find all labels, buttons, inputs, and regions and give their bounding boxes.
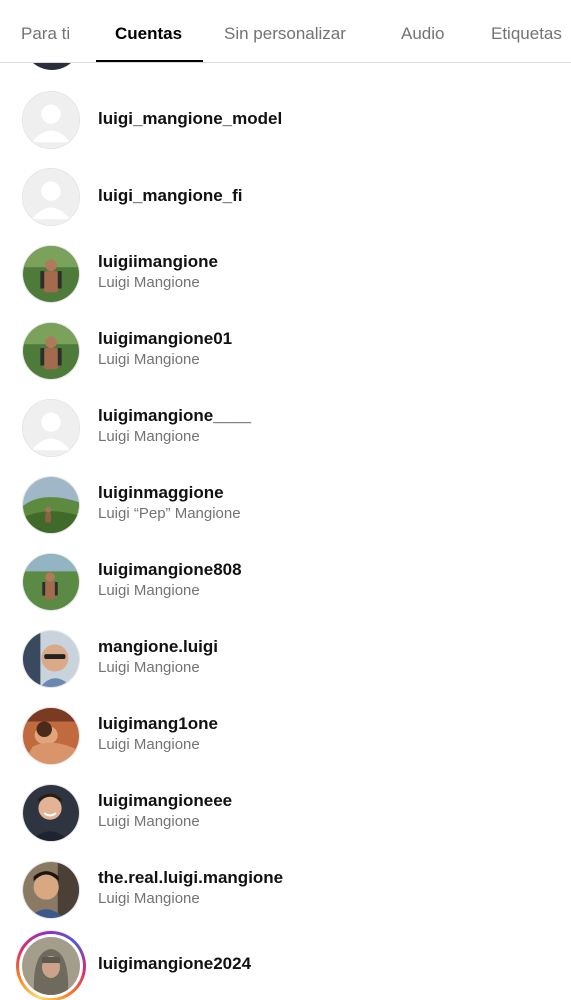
story-ring[interactable]: [16, 931, 86, 1000]
account-username: luigimangione2024: [98, 954, 252, 973]
tab-audio[interactable]: Audio: [401, 22, 444, 46]
account-row[interactable]: luigimang1one Luigi Mangione: [0, 697, 571, 774]
account-username: luigimangione____: [98, 406, 252, 425]
account-row[interactable]: the.real.luigi.mangione Luigi Mangione: [0, 851, 571, 928]
active-tab-indicator: [96, 60, 203, 62]
tab-cuentas[interactable]: Cuentas: [115, 22, 182, 46]
account-row[interactable]: luigimangione2024: [0, 928, 571, 1000]
man-sunglasses-photo-icon[interactable]: [22, 630, 80, 688]
account-fullname: Luigi Mangione: [98, 582, 200, 599]
account-row[interactable]: luigimangione01 Luigi Mangione: [0, 312, 571, 389]
account-username: luigimang1one: [98, 714, 218, 733]
account-row[interactable]: luigiimangione Luigi Mangione: [0, 235, 571, 312]
smiling-man-photo-icon[interactable]: [22, 784, 80, 842]
account-username: luigi_mangione_fi: [98, 186, 243, 205]
results-tab-bar: Para ti Cuentas Sin personalizar Audio E…: [0, 0, 571, 63]
reclining-man-photo-icon[interactable]: [22, 707, 80, 765]
tab-sin-personalizar[interactable]: Sin personalizar: [224, 22, 346, 46]
account-username: luigi_mangione_model: [98, 109, 283, 128]
account-row[interactable]: luigi_mangione_model: [0, 81, 571, 158]
landscape-photo-icon[interactable]: [22, 476, 80, 534]
default-avatar-icon[interactable]: [22, 91, 80, 149]
tab-para-ti[interactable]: Para ti: [21, 22, 70, 46]
account-row[interactable]: luigimangione808 Luigi Mangione: [0, 543, 571, 620]
account-username: mangione.luigi: [98, 637, 218, 656]
account-row[interactable]: mangione.luigi Luigi Mangione: [0, 620, 571, 697]
account-fullname: Luigi Mangione: [98, 274, 200, 291]
hiker-photo-icon[interactable]: [22, 322, 80, 380]
tab-etiquetas[interactable]: Etiquetas: [491, 22, 562, 46]
account-fullname: Luigi Mangione: [98, 813, 200, 830]
account-username: luigimangione01: [98, 329, 233, 348]
account-row[interactable]: luigimangione____ Luigi Mangione: [0, 389, 571, 466]
hiker-photo-icon[interactable]: [22, 245, 80, 303]
account-username: luigimangioneee: [98, 791, 233, 810]
account-row[interactable]: luigimangioneee Luigi Mangione: [0, 774, 571, 851]
selfie-photo-icon[interactable]: [22, 861, 80, 919]
default-avatar-icon[interactable]: [22, 168, 80, 226]
account-username: luigiimangione: [98, 252, 218, 271]
hooded-man-photo-icon[interactable]: [22, 937, 80, 995]
search-results-screen: Para ti Cuentas Sin personalizar Audio E…: [0, 0, 571, 1000]
account-fullname: Luigi Mangione: [98, 428, 200, 445]
account-fullname: Luigi Mangione: [98, 351, 200, 368]
default-avatar-icon[interactable]: [22, 399, 80, 457]
account-username: luiginmaggione: [98, 483, 224, 502]
account-fullname: Luigi Mangione: [98, 736, 200, 753]
account-row[interactable]: luigi_mangione_fi: [0, 158, 571, 235]
account-fullname: Luigi Mangione: [98, 659, 200, 676]
account-username: luigimangione808: [98, 560, 242, 579]
account-fullname: Luigi Mangione: [98, 890, 200, 907]
account-username: the.real.luigi.mangione: [98, 868, 284, 887]
account-row[interactable]: luiginmaggione Luigi “Pep” Mangione: [0, 466, 571, 543]
account-fullname: Luigi “Pep” Mangione: [98, 505, 241, 522]
hiker-photo-icon[interactable]: [22, 553, 80, 611]
